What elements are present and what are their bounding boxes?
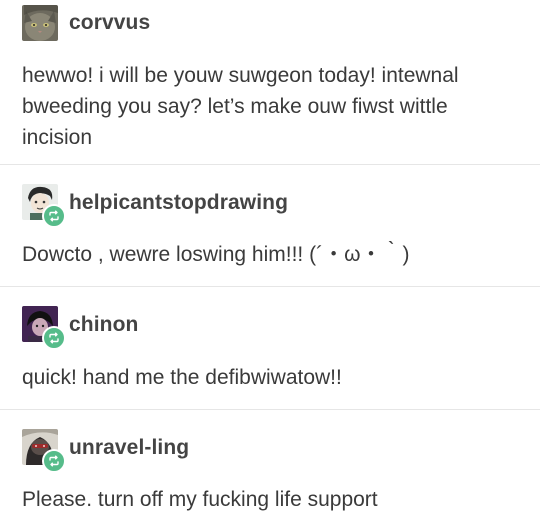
- avatar[interactable]: [22, 5, 58, 41]
- post-text: Dowcto , wewre loswing him!!! (´・ω・｀): [22, 243, 410, 266]
- post-text: Please. turn off my fucking life support: [22, 488, 378, 511]
- username[interactable]: corvvus: [69, 11, 150, 35]
- cat-photo-avatar-icon: [22, 5, 58, 41]
- divider: [0, 164, 540, 165]
- avatar[interactable]: [22, 184, 66, 228]
- username[interactable]: unravel-ling: [69, 436, 189, 460]
- post-text: quick! hand me the defibwiwatow!!: [22, 366, 342, 389]
- post-text: hewwo! i will be youw suwgeon today! int…: [22, 64, 459, 149]
- username[interactable]: helpicantstopdrawing: [69, 191, 288, 215]
- avatar[interactable]: [22, 306, 66, 350]
- divider: [0, 286, 540, 287]
- username[interactable]: chinon: [69, 313, 138, 337]
- avatar[interactable]: [22, 429, 66, 473]
- reblog-icon: [42, 204, 66, 228]
- reblog-icon: [42, 449, 66, 473]
- reblog-icon: [42, 326, 66, 350]
- divider: [0, 409, 540, 410]
